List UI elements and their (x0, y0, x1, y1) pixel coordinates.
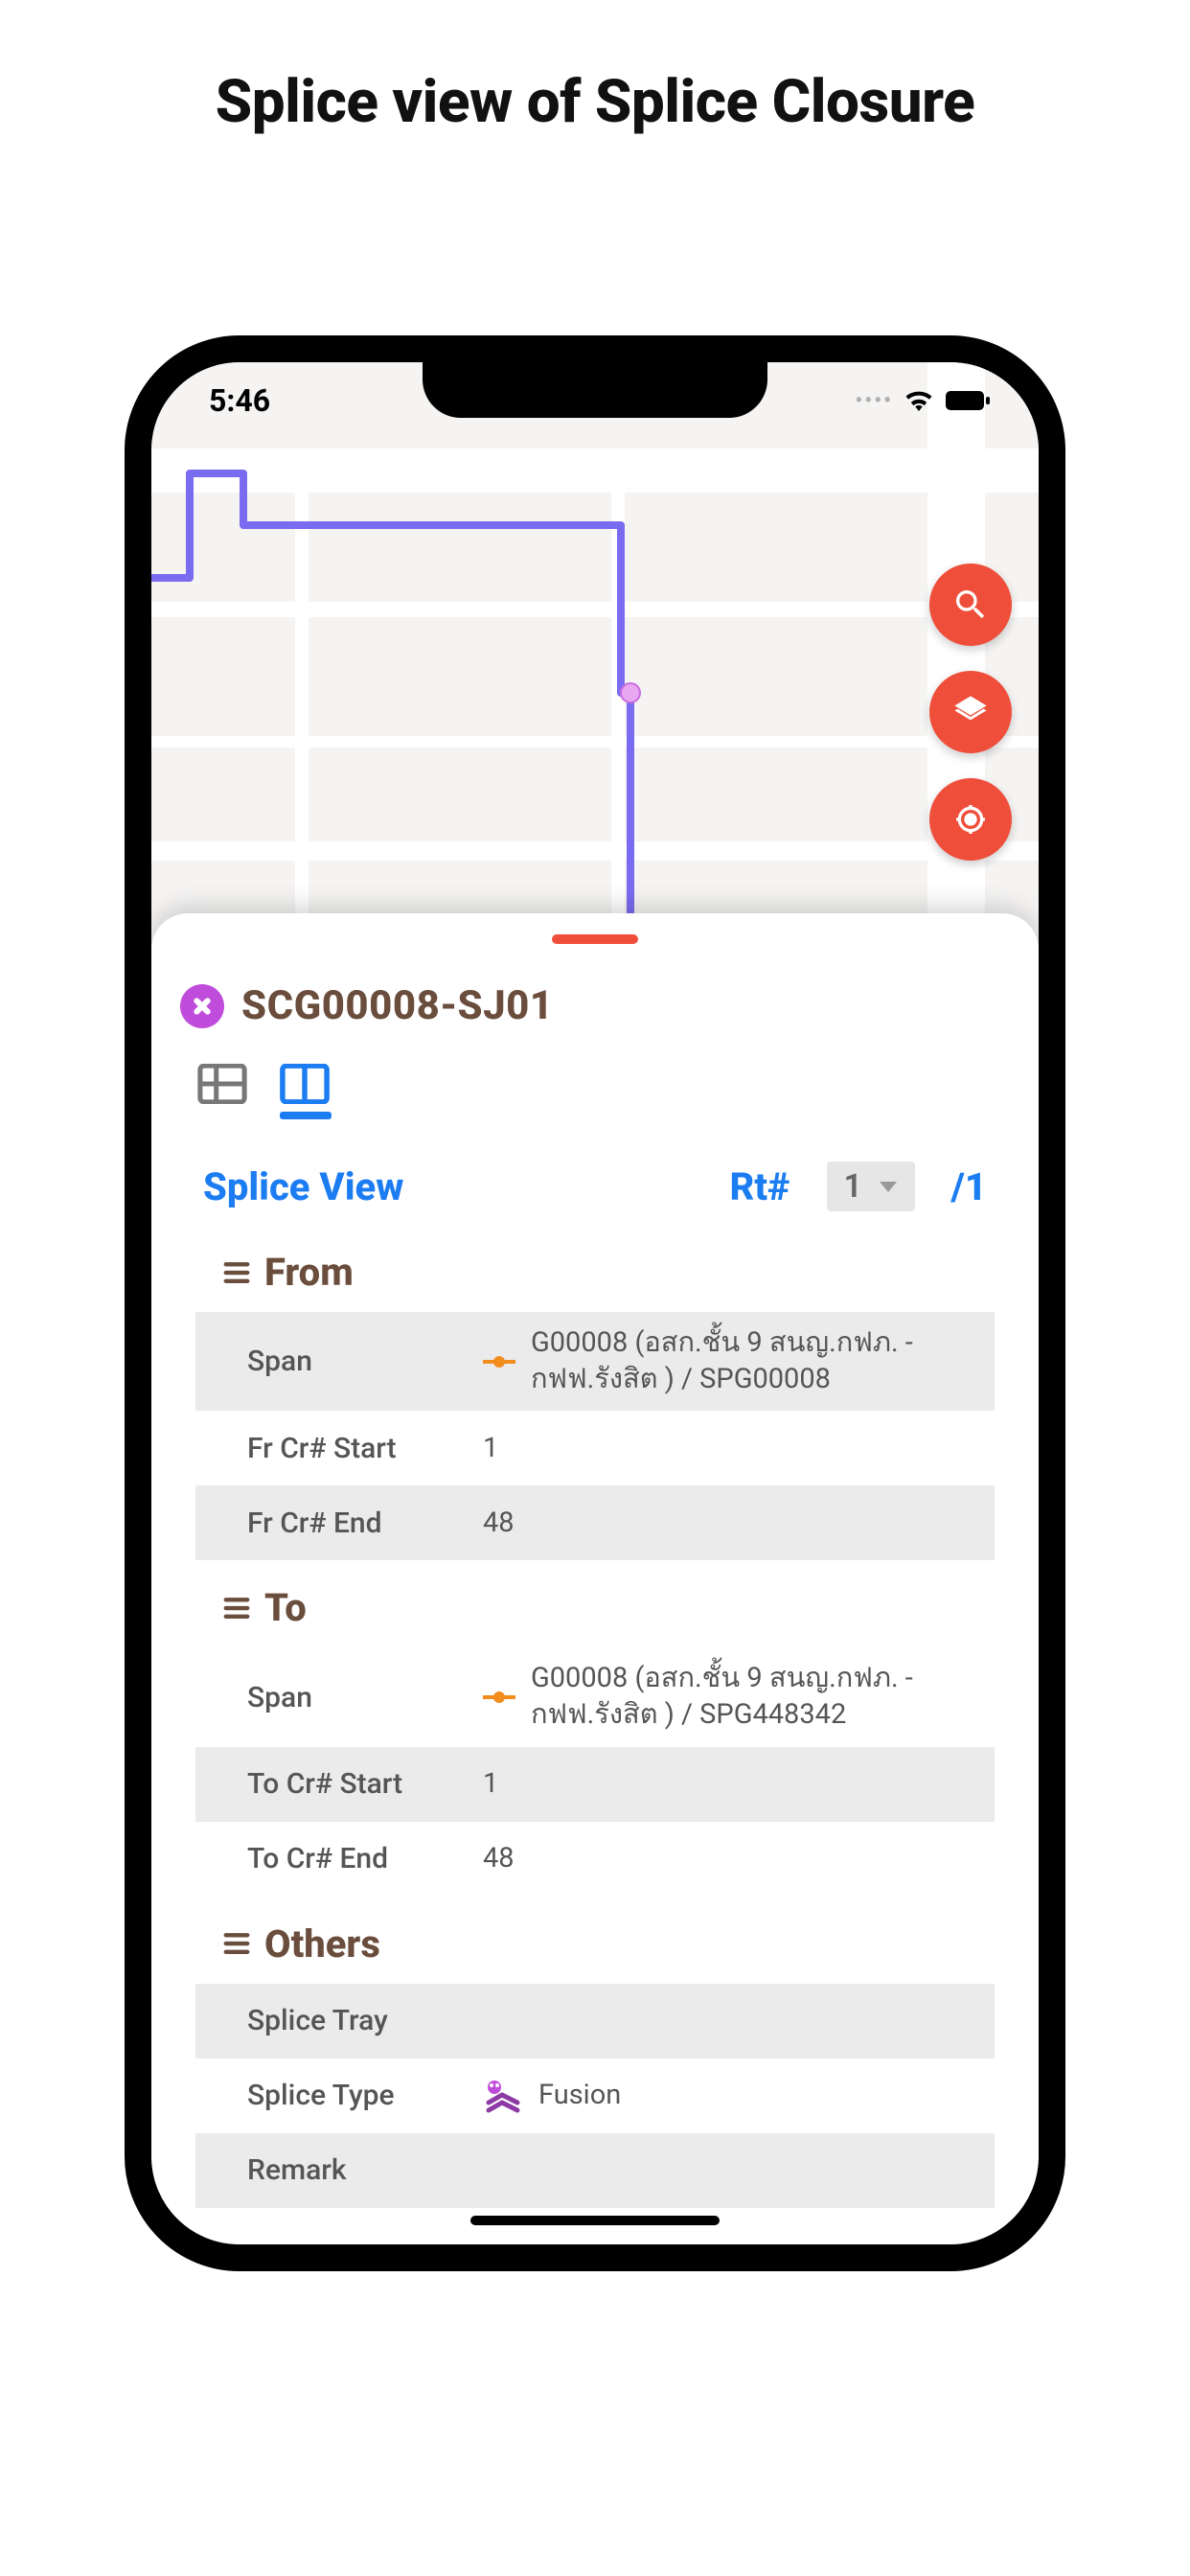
closure-header: SCG00008-SJ01 (180, 982, 1016, 1029)
section-to: To Span G00008 (อสก.ชั้น 9 สนญ.กฟภ. - กฟ… (195, 1585, 995, 1896)
row-from-start: Fr Cr# Start 1 (195, 1411, 995, 1485)
label-from-end: Fr Cr# End (195, 1506, 483, 1540)
section-others: Others Splice Tray Splice Type (195, 1921, 995, 2208)
row-to-span: Span G00008 (อสก.ชั้น 9 สนญ.กฟภ. - กฟฟ.ร… (195, 1647, 995, 1746)
rt-select[interactable]: 1 (827, 1162, 915, 1211)
label-from-start: Fr Cr# Start (195, 1432, 483, 1465)
row-splice-tray: Splice Tray (195, 1984, 995, 2058)
locate-button[interactable] (929, 778, 1012, 861)
columns-icon (280, 1064, 330, 1104)
view-header: Splice View Rt# 1 /1 (203, 1162, 987, 1211)
detail-sheet: SCG00008-SJ01 Splice View Rt# 1 /1 (151, 913, 1039, 2244)
cellular-dots-icon: •••• (855, 389, 893, 413)
list-icon (222, 1931, 251, 1956)
layers-icon (951, 693, 990, 731)
value-from-span: G00008 (อสก.ชั้น 9 สนญ.กฟภ. - กฟฟ.รังสิต… (531, 1325, 975, 1397)
section-from: From Span G00008 (อสก.ชั้น 9 สนญ.กฟภ. - … (195, 1250, 995, 1560)
search-icon (951, 586, 990, 624)
phone-frame: 5:46 •••• (125, 335, 1065, 2271)
list-icon (222, 1260, 251, 1285)
label-splice-type: Splice Type (195, 2079, 483, 2112)
fusion-icon (483, 2076, 523, 2116)
page-title: Splice view of Splice Closure (0, 67, 1190, 137)
battery-icon (945, 390, 991, 411)
tab-grid-view[interactable] (197, 1064, 247, 1104)
home-indicator[interactable] (470, 2216, 720, 2225)
fab-stack (929, 564, 1012, 861)
view-title: Splice View (203, 1164, 694, 1209)
grid-icon (197, 1064, 247, 1104)
search-button[interactable] (929, 564, 1012, 646)
sheet-drag-handle[interactable] (552, 934, 638, 944)
wifi-icon (904, 390, 933, 411)
locate-icon (951, 800, 990, 839)
row-from-end: Fr Cr# End 48 (195, 1485, 995, 1560)
row-to-start: To Cr# Start 1 (195, 1747, 995, 1822)
span-marker-icon (483, 1690, 515, 1704)
value-to-span: G00008 (อสก.ชั้น 9 สนญ.กฟภ. - กฟฟ.รังสิต… (531, 1661, 975, 1733)
status-bar: 5:46 •••• (151, 362, 1039, 439)
value-to-end: 48 (483, 1841, 515, 1877)
label-to-start: To Cr# Start (195, 1767, 483, 1801)
span-marker-icon (483, 1355, 515, 1368)
value-to-start: 1 (483, 1766, 498, 1803)
label-from-span: Span (195, 1345, 483, 1378)
layers-button[interactable] (929, 671, 1012, 753)
value-from-end: 48 (483, 1506, 515, 1542)
label-to-end: To Cr# End (195, 1842, 483, 1875)
label-to-span: Span (195, 1681, 483, 1714)
row-from-span: Span G00008 (อสก.ชั้น 9 สนญ.กฟภ. - กฟฟ.ร… (195, 1312, 995, 1411)
rt-label: Rt# (730, 1164, 790, 1209)
status-time: 5:46 (209, 382, 270, 419)
map-route-node (620, 682, 641, 703)
section-title-to: To (264, 1585, 307, 1630)
rt-selected-value: 1 (844, 1167, 862, 1206)
section-title-from: From (264, 1250, 354, 1295)
list-icon (222, 1596, 251, 1621)
status-icons: •••• (855, 389, 991, 413)
label-splice-tray: Splice Tray (195, 2004, 483, 2037)
row-remark: Remark (195, 2133, 995, 2208)
tab-bar (197, 1064, 1016, 1104)
row-to-end: To Cr# End 48 (195, 1822, 995, 1897)
section-title-others: Others (264, 1921, 380, 1966)
tab-column-view[interactable] (280, 1064, 330, 1104)
closure-icon (180, 984, 224, 1028)
row-splice-type: Splice Type Fusion (195, 2058, 995, 2133)
label-remark: Remark (195, 2153, 483, 2187)
closure-id: SCG00008-SJ01 (241, 982, 554, 1029)
rt-total: /1 (951, 1164, 988, 1209)
chevron-down-icon (880, 1182, 897, 1192)
value-from-start: 1 (483, 1431, 498, 1467)
value-splice-type: Fusion (538, 2078, 621, 2114)
